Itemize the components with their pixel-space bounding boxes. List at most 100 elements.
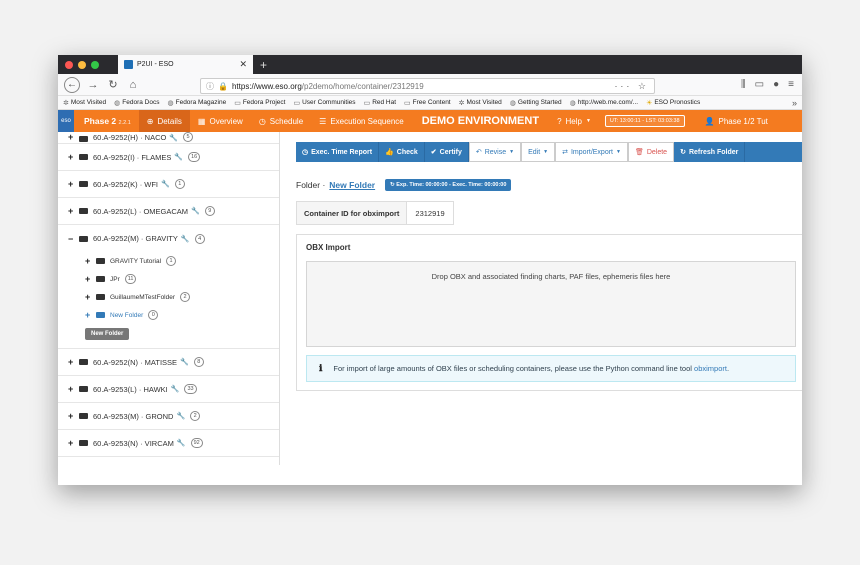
- nav-details[interactable]: ⊕ Details: [138, 110, 190, 132]
- check-button[interactable]: 👍 Check: [379, 142, 425, 162]
- content-area: + 60.A-9252(H) · NACO 🔧 5 + 60.A-9252(I)…: [58, 132, 802, 465]
- expand-icon[interactable]: +: [68, 384, 76, 394]
- nav-tutorial[interactable]: 👤 Phase 1/2 Tut: [697, 110, 776, 132]
- lock-icon: 🔒: [218, 81, 228, 91]
- tree-child-item[interactable]: + JPr 11: [58, 270, 279, 288]
- browser-tools: ⫼ ▭ ● ≡: [741, 79, 794, 90]
- count-badge: 5: [183, 132, 194, 142]
- expand-icon[interactable]: +: [85, 310, 93, 320]
- brand[interactable]: Phase 2 2.2.1: [74, 116, 139, 126]
- table-icon: ▦: [197, 116, 206, 126]
- more-bookmarks-icon[interactable]: »: [792, 98, 797, 108]
- menu-icon[interactable]: ≡: [788, 79, 794, 90]
- maximize-window-button[interactable]: [91, 60, 99, 69]
- account-icon[interactable]: ●: [773, 79, 779, 90]
- tree-item[interactable]: + 60.A-9253(N) · VIRCAM 🔧 92: [58, 430, 279, 457]
- tree-child-item[interactable]: + GuillaumeMTestFolder 2: [58, 288, 279, 306]
- page-actions-icon[interactable]: ··· ☆: [614, 81, 649, 92]
- bookmark[interactable]: ✲ Most Visited: [63, 99, 106, 107]
- import-export-button[interactable]: ⇄ Import/Export ▼: [555, 142, 628, 162]
- expand-icon[interactable]: +: [68, 152, 76, 162]
- wrench-icon: 🔧: [170, 386, 180, 393]
- bookmark[interactable]: ◍ http://web.me.com/...: [570, 99, 638, 107]
- nav-schedule[interactable]: ◷ Schedule: [251, 110, 311, 132]
- tree-item[interactable]: + 60.A-9252(K) · WFI 🔧 1: [58, 171, 279, 198]
- tree-item[interactable]: + 60.A-9252(I) · FLAMES 🔧 16: [58, 144, 279, 171]
- chevron-down-icon: ▼: [616, 149, 621, 155]
- expand-icon[interactable]: +: [68, 132, 76, 142]
- tree-item[interactable]: − 60.A-9252(M) · GRAVITY 🔧 4: [58, 225, 279, 252]
- edit-button[interactable]: Edit ▼: [521, 142, 556, 162]
- delete-button[interactable]: 🗑 Delete: [627, 142, 675, 162]
- collapse-icon[interactable]: −: [68, 234, 76, 244]
- folder-icon: [96, 294, 105, 300]
- info-icon[interactable]: ⓘ: [206, 81, 214, 92]
- expand-icon[interactable]: +: [68, 438, 76, 448]
- expand-icon[interactable]: +: [68, 357, 76, 367]
- tree-item[interactable]: + 60.A-9253(L) · HAWKI 🔧 33: [58, 376, 279, 403]
- tree-child-item-selected[interactable]: + New Folder 0: [58, 306, 279, 324]
- container-id-label: Container ID for obximport: [297, 202, 408, 224]
- sidebar-icon[interactable]: ▭: [755, 79, 764, 90]
- folder-name-link[interactable]: New Folder: [329, 180, 375, 190]
- bookmarks-bar: ✲ Most Visited ◍ Fedora Docs ◍ Fedora Magaz…: [58, 96, 802, 110]
- bookmark[interactable]: ✲ Most Visited: [459, 99, 502, 107]
- obx-dropzone[interactable]: Drop OBX and associated finding charts, …: [306, 261, 796, 347]
- bookmark[interactable]: ▭ Free Content: [404, 99, 451, 107]
- obximport-link[interactable]: obximport: [694, 364, 727, 373]
- close-window-button[interactable]: [65, 60, 73, 69]
- user-icon: 👤: [704, 116, 715, 126]
- new-folder-button[interactable]: New Folder: [85, 328, 130, 340]
- certify-button[interactable]: ✔ Certify: [425, 142, 469, 162]
- time-display: UT: 13:00:11 - LST: 03:03:38: [604, 115, 685, 127]
- bookmark[interactable]: ◍ Fedora Magazine: [168, 99, 227, 107]
- expand-icon[interactable]: +: [85, 274, 93, 284]
- container-id-table: Container ID for obximport 2312919: [296, 201, 454, 225]
- home-icon[interactable]: ⌂: [126, 79, 140, 91]
- browser-window: P2UI - ESO ✕ + ← → ↻ ⌂ ⓘ 🔒 https://www.e…: [58, 55, 802, 485]
- minimize-window-button[interactable]: [78, 60, 86, 69]
- revise-button[interactable]: ↶ Revise ▼: [468, 142, 522, 162]
- bookmark[interactable]: ▭ User Communities: [293, 99, 355, 107]
- url-bar[interactable]: ⓘ 🔒 https://www.eso.org/p2demo/home/cont…: [200, 78, 655, 94]
- refresh-folder-button[interactable]: ↻ Refresh Folder: [674, 142, 746, 162]
- forward-icon[interactable]: →: [86, 79, 100, 91]
- nav-help[interactable]: ? Help ▼: [549, 110, 599, 132]
- browser-tab[interactable]: P2UI - ESO ✕: [118, 55, 253, 74]
- obx-import-panel: OBX Import Drop OBX and associated findi…: [296, 234, 802, 391]
- trash-icon: 🗑: [634, 149, 644, 156]
- globe-icon: ◍: [509, 99, 516, 107]
- expand-icon[interactable]: +: [68, 411, 76, 421]
- expand-icon[interactable]: +: [68, 179, 76, 189]
- exec-time-report-button[interactable]: ◷ Exec. Time Report: [296, 142, 380, 162]
- count-badge: 9: [204, 206, 215, 216]
- bookmark[interactable]: ▭ Fedora Project: [234, 99, 285, 107]
- nav-overview[interactable]: ▦ Overview: [190, 110, 251, 132]
- library-icon[interactable]: ⫼: [741, 79, 746, 90]
- globe-icon: ◍: [569, 99, 576, 107]
- tree-item[interactable]: + 60.A-9252(H) · NACO 🔧 5: [58, 132, 279, 144]
- wrench-icon: 🔧: [169, 135, 179, 142]
- refresh-icon: ↻: [680, 149, 686, 156]
- fedora-icon: ◍: [167, 99, 174, 107]
- tree-item[interactable]: + 60.A-9252(L) · OMEGACAM 🔧 9: [58, 198, 279, 225]
- wrench-icon: 🔧: [161, 181, 170, 188]
- expand-icon[interactable]: +: [68, 206, 76, 216]
- new-tab-icon[interactable]: +: [253, 58, 267, 72]
- nav-execution-sequence[interactable]: ☰ Execution Sequence: [311, 110, 412, 132]
- bookmark[interactable]: ◍ Fedora Docs: [114, 99, 159, 107]
- tree-child-item[interactable]: + GRAVITY Tutorial 1: [58, 252, 279, 270]
- tab-close-icon[interactable]: ✕: [239, 59, 247, 70]
- expand-icon[interactable]: +: [85, 256, 93, 266]
- bookmark[interactable]: ☀ ESO Pronostics: [646, 99, 700, 107]
- count-badge: 1: [166, 256, 177, 266]
- expand-icon[interactable]: +: [85, 292, 93, 302]
- tree-item[interactable]: + 60.A-9253(M) · GROND 🔧 2: [58, 403, 279, 430]
- back-icon[interactable]: ←: [64, 76, 80, 93]
- tree-item-expanded: − 60.A-9252(M) · GRAVITY 🔧 4 + GRAVITY T…: [58, 225, 279, 349]
- folder-header: Folder · New Folder ↻ Exp. Time: 00:00:0…: [296, 179, 802, 191]
- reload-icon[interactable]: ↻: [106, 78, 120, 91]
- bookmark[interactable]: ◍ Getting Started: [510, 99, 562, 107]
- tree-item[interactable]: + 60.A-9252(N) · MATISSE 🔧 8: [58, 349, 279, 376]
- bookmark[interactable]: ▭ Red Hat: [364, 99, 396, 107]
